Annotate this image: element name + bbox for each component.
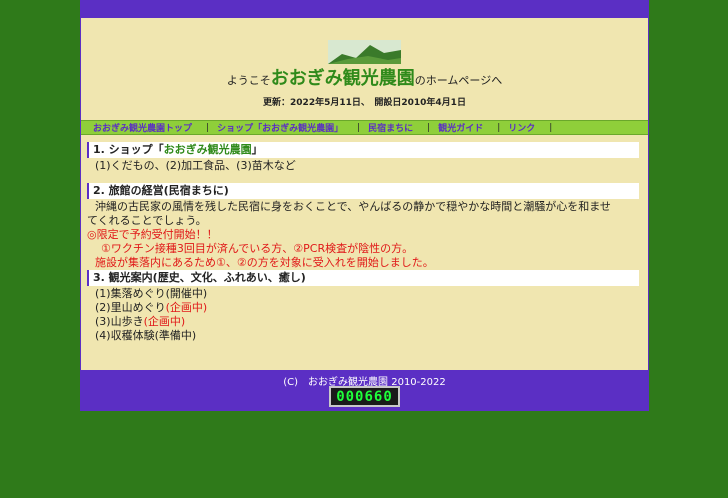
nav-link-top[interactable]: おおぎみ観光農園トップ	[89, 121, 202, 134]
tour-item-4: (4)収穫体験(準備中)	[95, 329, 197, 342]
nav-separator: |	[206, 122, 210, 133]
mountain-logo-icon	[328, 40, 401, 64]
inn-notice-detail: 施設が集落内にあるため①、②の方を対象に受入れを開始しました。	[95, 256, 434, 269]
nav-link-shop[interactable]: ショップ「おおぎみ観光農園」	[213, 121, 353, 134]
tour-item-3: (3)山歩き(企画中)	[95, 315, 186, 328]
farm-logo-image	[328, 40, 401, 64]
nav-separator: |	[357, 122, 361, 133]
tour-item-2: (2)里山めぐり(企画中)	[95, 301, 208, 314]
nav-separator: |	[497, 122, 501, 133]
nav-link-guide[interactable]: 観光ガイド	[434, 121, 493, 134]
inn-description-line1: 沖縄の古民家の風情を残した民宿に身をおくことで、やんばるの静かで穏やかな時間と潮…	[95, 200, 611, 213]
shop-name-link[interactable]: おおぎみ観光農園	[164, 143, 252, 156]
nav-link-links[interactable]: リンク	[504, 121, 545, 134]
nav-separator: |	[427, 122, 431, 133]
inn-description-line2: てくれることでしょう。	[87, 214, 207, 227]
inn-notice-title: ◎限定で予約受付開始！！	[87, 228, 218, 241]
section-heading-inn: 2. 旅館の経営(民宿まちに)	[87, 183, 639, 199]
section-heading-shop: 1. ショップ「おおぎみ観光農園」	[87, 142, 639, 158]
welcome-suffix: のホームページへ	[414, 74, 503, 87]
top-bar	[81, 0, 648, 18]
nav-link-inn[interactable]: 民宿まちに	[364, 121, 423, 134]
status-planning: (企画中)	[165, 301, 208, 314]
site-name: おおぎみ観光農園	[270, 68, 415, 89]
main-nav: おおぎみ観光農園トップ | ショップ「おおぎみ観光農園」 | 民宿まちに | 観…	[81, 120, 648, 135]
footer: (C) おおぎみ観光農園 2010-2022 000660	[81, 370, 648, 411]
welcome-message: ようこそおおぎみ観光農園のホームページへ	[81, 64, 648, 89]
shop-items: (1)くだもの、(2)加工食品、(3)苗木など	[95, 159, 296, 172]
tour-item-1: (1)集落めぐり(開催中)	[95, 287, 208, 300]
nav-separator: |	[549, 122, 553, 133]
status-planning: (企画中)	[143, 315, 186, 328]
page-container: ようこそおおぎみ観光農園のホームページへ 更新：2022年5月11日、 開設日2…	[80, 0, 649, 411]
inn-notice-condition: ①ワクチン接種3回目が済んでいる方、②PCR検査が陰性の方。	[101, 242, 414, 255]
update-info: 更新：2022年5月11日、 開設日2010年4月1日	[263, 98, 466, 108]
visitor-counter: 000660	[329, 386, 400, 407]
main-content: 1. ショップ「おおぎみ観光農園」 (1)くだもの、(2)加工食品、(3)苗木な…	[87, 142, 642, 368]
section-heading-tour: 3. 観光案内(歴史、文化、ふれあい、癒し)	[87, 270, 639, 286]
welcome-prefix: ようこそ	[226, 74, 271, 87]
